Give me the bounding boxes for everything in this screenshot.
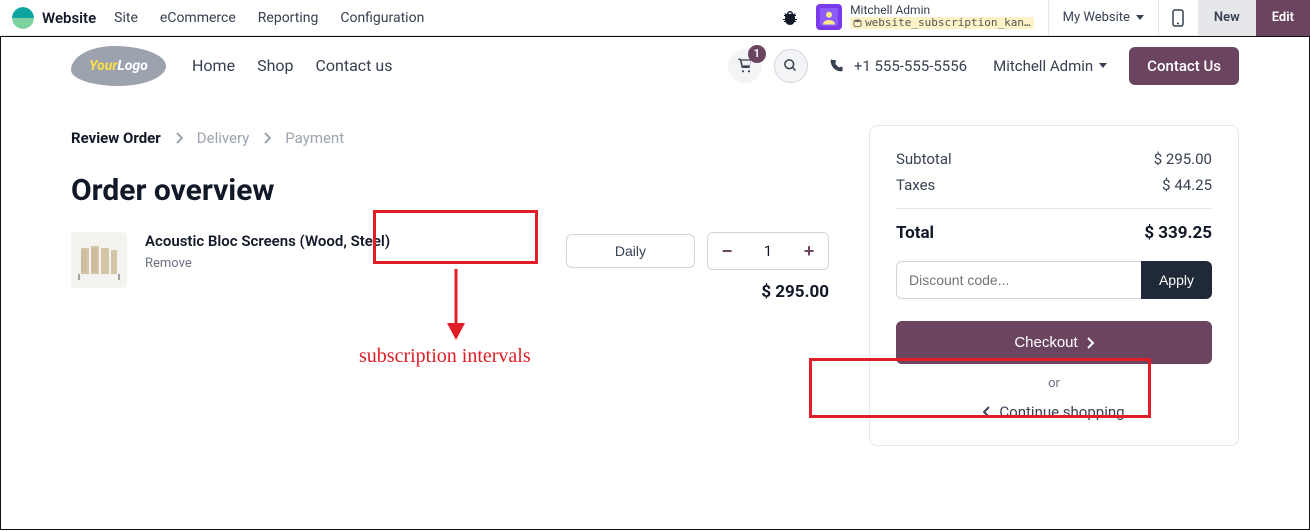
- subtotal-label: Subtotal: [896, 150, 952, 168]
- discount-input[interactable]: [896, 261, 1141, 299]
- topbar-context: website_subscription_kan…: [850, 17, 1034, 29]
- odoo-logo-icon: [12, 7, 34, 29]
- chevron-down-icon: [1136, 15, 1144, 20]
- checkout-button[interactable]: Checkout: [896, 321, 1212, 364]
- nav-home[interactable]: Home: [192, 56, 235, 75]
- mobile-preview-button[interactable]: [1158, 0, 1198, 36]
- menu-reporting[interactable]: Reporting: [258, 10, 319, 26]
- taxes-value: $ 44.25: [1162, 176, 1212, 194]
- step-review[interactable]: Review Order: [71, 129, 161, 147]
- subscription-interval-select[interactable]: Daily: [566, 234, 695, 268]
- db-icon: [853, 19, 862, 28]
- qty-minus-button[interactable]: −: [708, 233, 746, 269]
- chevron-right-icon: [175, 132, 183, 144]
- taxes-label: Taxes: [896, 176, 935, 194]
- quantity-stepper: − 1 +: [707, 232, 829, 270]
- site-nav: Home Shop Contact us: [192, 56, 392, 75]
- cart-count-badge: 1: [748, 45, 766, 63]
- top-menu: Site eCommerce Reporting Configuration: [114, 10, 424, 26]
- total-value: $ 339.25: [1144, 223, 1212, 243]
- discount-row: Apply: [896, 261, 1212, 299]
- chevron-right-icon: [263, 132, 271, 144]
- order-summary: Subtotal $ 295.00 Taxes $ 44.25 Total $ …: [869, 125, 1239, 446]
- subtotal-value: $ 295.00: [1154, 150, 1212, 168]
- page-viewport: YourLogo Home Shop Contact us 1 +1 555-5…: [0, 36, 1310, 530]
- qty-value: 1: [746, 242, 790, 260]
- site-logo[interactable]: YourLogo: [71, 46, 166, 86]
- nav-shop[interactable]: Shop: [257, 56, 293, 75]
- page-title: Order overview: [71, 173, 829, 208]
- app-topbar: Website Site eCommerce Reporting Configu…: [0, 0, 1310, 36]
- annotation-label: subscription intervals: [359, 345, 531, 368]
- mobile-icon: [1172, 9, 1184, 27]
- menu-site[interactable]: Site: [114, 10, 138, 26]
- phone-display: +1 555-555-5556: [828, 57, 967, 75]
- apply-button[interactable]: Apply: [1141, 261, 1212, 299]
- chevron-down-icon: [1099, 63, 1107, 68]
- qty-plus-button[interactable]: +: [790, 233, 828, 269]
- step-payment[interactable]: Payment: [285, 129, 344, 147]
- chevron-right-icon: [1086, 337, 1094, 349]
- menu-ecommerce[interactable]: eCommerce: [160, 10, 236, 26]
- phone-number: +1 555-555-5556: [854, 57, 967, 75]
- contact-us-button[interactable]: Contact Us: [1129, 47, 1239, 85]
- bug-icon[interactable]: [782, 10, 798, 26]
- search-icon: [783, 58, 798, 73]
- annotation-arrow: [441, 267, 471, 342]
- phone-icon: [828, 58, 844, 74]
- continue-shopping-link[interactable]: Continue shopping: [896, 403, 1212, 421]
- total-label: Total: [896, 223, 934, 243]
- product-thumbnail: [71, 232, 127, 288]
- app-name[interactable]: Website: [42, 9, 96, 27]
- line-price: $ 295.00: [761, 282, 829, 302]
- avatar: [816, 4, 842, 30]
- cart-button[interactable]: 1: [728, 49, 762, 83]
- or-text: or: [896, 376, 1212, 391]
- checkout-steps: Review Order Delivery Payment: [71, 129, 829, 147]
- product-title[interactable]: Acoustic Bloc Screens (Wood, Steel): [145, 232, 390, 250]
- step-delivery[interactable]: Delivery: [197, 129, 250, 147]
- chevron-left-icon: [983, 406, 991, 418]
- site-user-dropdown[interactable]: Mitchell Admin: [993, 57, 1107, 75]
- edit-button[interactable]: Edit: [1256, 0, 1310, 36]
- divider: [896, 208, 1212, 209]
- remove-link[interactable]: Remove: [145, 256, 390, 271]
- my-website-dropdown[interactable]: My Website: [1048, 0, 1158, 36]
- page-content: Review Order Delivery Payment Order over…: [1, 95, 1309, 486]
- menu-configuration[interactable]: Configuration: [340, 10, 424, 26]
- nav-contact[interactable]: Contact us: [315, 56, 392, 75]
- topbar-user[interactable]: Mitchell Admin website_subscription_kan…: [816, 4, 1034, 31]
- search-button[interactable]: [774, 49, 808, 83]
- new-button[interactable]: New: [1198, 0, 1256, 36]
- site-header: YourLogo Home Shop Contact us 1 +1 555-5…: [1, 37, 1309, 95]
